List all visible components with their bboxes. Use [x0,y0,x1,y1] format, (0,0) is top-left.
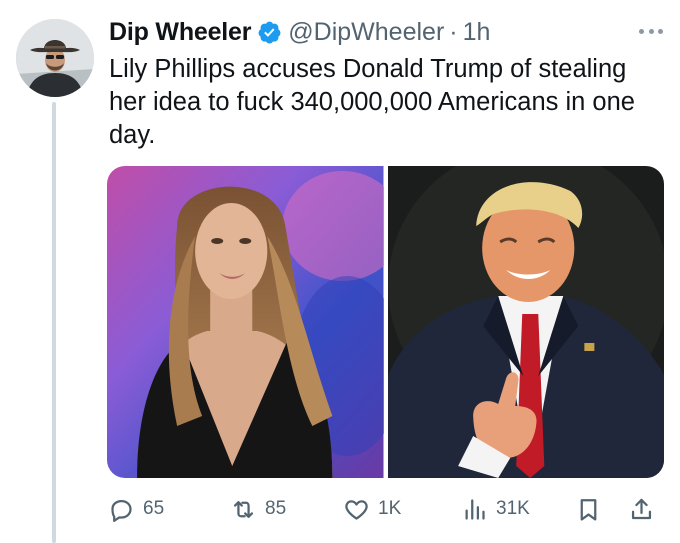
action-bar: 65 85 1K 31K [107,491,667,527]
post-time[interactable]: 1h [463,18,491,47]
share-button[interactable] [628,491,655,527]
reply-button[interactable]: 65 [108,491,164,527]
like-icon [345,499,368,520]
verified-badge-icon [258,21,281,43]
like-count: 1K [378,498,402,519]
thread-connector-line [52,102,56,543]
views-icon [465,498,485,520]
repost-button[interactable]: 85 [230,491,286,527]
tweet-header: Dip Wheeler @DipWheeler · 1h [109,14,666,50]
bookmark-icon [580,498,597,521]
more-options-icon[interactable] [636,18,666,44]
repost-icon [233,500,254,518]
bookmark-button[interactable] [575,491,602,527]
reply-icon [111,499,132,522]
tweet-text: Lily Phillips accuses Donald Trump of st… [109,55,635,149]
views-button[interactable]: 31K [461,491,530,527]
repost-count: 85 [265,498,287,519]
author-name[interactable]: Dip Wheeler [109,18,251,47]
avatar[interactable] [16,19,94,97]
photo-woman[interactable] [107,166,384,478]
media-grid [107,166,664,478]
photo-man-thumbs-up[interactable] [387,166,664,478]
reply-count: 65 [143,498,165,519]
author-handle[interactable]: @DipWheeler [288,18,444,47]
header-separator: · [449,17,458,46]
share-icon [631,498,652,519]
like-button[interactable]: 1K [343,491,401,527]
views-count: 31K [496,498,530,519]
